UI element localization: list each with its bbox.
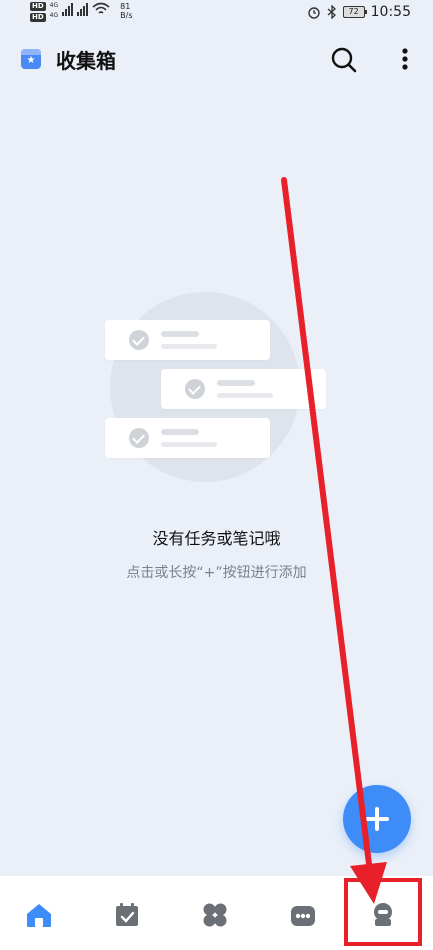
status-bar-left: HD HD 4G 4G 81 B/s: [30, 2, 133, 22]
bottom-nav: [0, 876, 433, 950]
signal-icon: [77, 2, 89, 16]
more-vertical-icon: [402, 48, 408, 70]
inbox-star-icon: ★: [21, 49, 41, 69]
check-icon: [129, 330, 149, 350]
page-title: 收集箱: [56, 49, 116, 73]
network-type: 4G: [49, 12, 59, 19]
hd-badge: HD: [30, 13, 46, 22]
check-icon: [185, 379, 205, 399]
check-icon: [129, 428, 149, 448]
clock: 10:55: [370, 4, 411, 20]
search-icon: [331, 47, 357, 73]
empty-state-hint: 点击或长按“+”按钮进行添加: [126, 565, 307, 581]
placeholder-card: [161, 369, 326, 409]
home-icon: [27, 904, 51, 927]
nav-item-home[interactable]: [19, 898, 59, 932]
empty-illustration: [100, 290, 340, 482]
status-bar-right: 72 10:55: [307, 4, 411, 20]
search-button[interactable]: [328, 44, 360, 76]
more-options-button[interactable]: [392, 44, 418, 76]
grid-clover-icon: [203, 903, 227, 927]
status-bar: HD HD 4G 4G 81 B/s 72 10:55: [0, 0, 433, 26]
hd-badge: HD: [30, 2, 46, 11]
empty-state-title: 没有任务或笔记哦: [152, 529, 281, 548]
placeholder-card: [105, 418, 270, 458]
calendar-check-icon: [116, 903, 138, 926]
add-button[interactable]: [343, 785, 411, 853]
alarm-icon: [307, 7, 320, 19]
nav-item-apps[interactable]: [195, 898, 235, 932]
nav-item-profile[interactable]: [363, 898, 403, 932]
nav-item-calendar[interactable]: [107, 898, 147, 932]
signal-icon: [62, 2, 74, 16]
bluetooth-icon: [327, 5, 336, 19]
network-speed: 81 B/s: [120, 2, 133, 20]
battery-icon: 72: [342, 6, 367, 18]
wifi-icon: [92, 2, 110, 14]
placeholder-card: [105, 320, 270, 360]
robot-icon: [291, 906, 315, 926]
app-header: ★ 收集箱: [0, 36, 433, 84]
network-type: 4G: [49, 2, 59, 9]
profile-icon: [374, 903, 392, 926]
nav-item-robot[interactable]: [283, 898, 323, 932]
